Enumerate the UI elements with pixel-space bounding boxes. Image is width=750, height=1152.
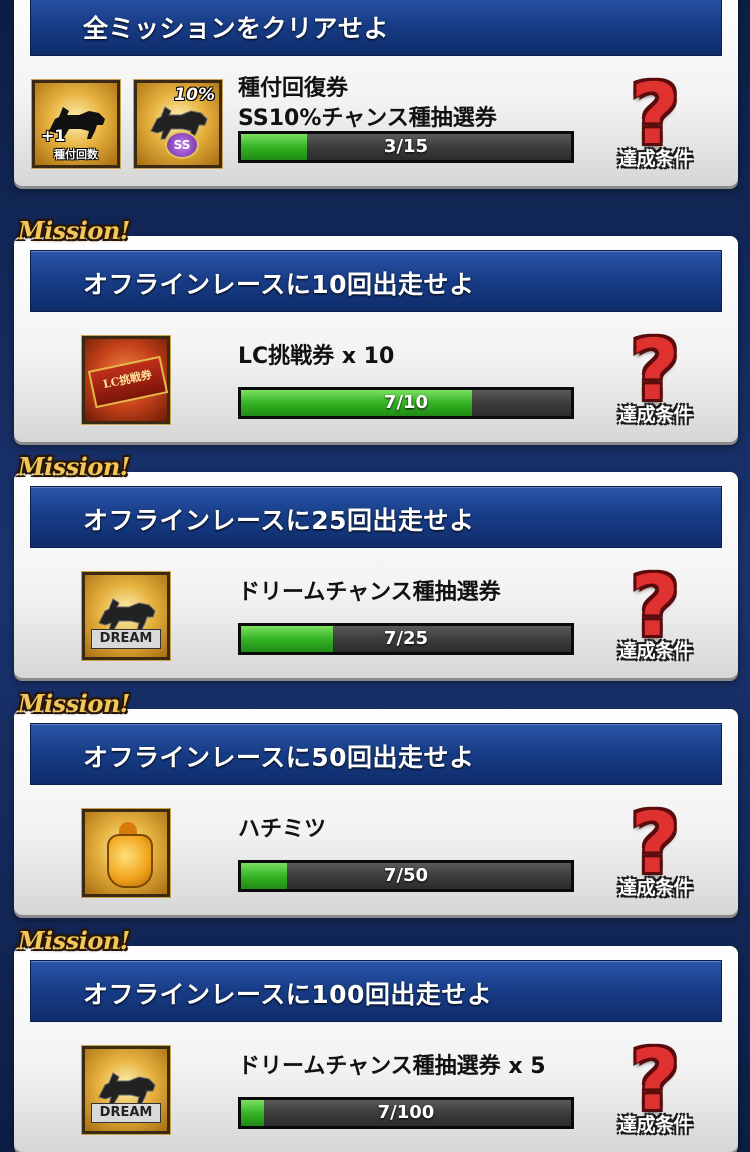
progress-text: 7/50	[383, 865, 429, 886]
condition-label: 達成条件	[617, 404, 693, 426]
progress-text: 7/100	[377, 1102, 435, 1123]
mission-title: オフラインレースに100回出走せよ	[83, 980, 493, 1009]
reward-name: ハチミツ	[238, 817, 327, 842]
mission-card: Mission!全ミッションをクリアせよ+1種付回数10%SS種付回復券 SS1…	[14, 0, 738, 186]
reward-icon-ss-chance[interactable]: 10% SS	[134, 80, 222, 168]
condition-button[interactable]: ? 達成条件	[608, 794, 702, 905]
lc-ticket-icon: LC挑戦券	[87, 355, 169, 409]
question-mark-icon: ?	[630, 557, 680, 655]
progress-text: 7/25	[383, 628, 429, 649]
condition-label: 達成条件	[617, 1114, 693, 1136]
ss-badge: SS	[165, 131, 199, 159]
question-mark-icon: ?	[630, 321, 680, 419]
question-mark-icon: ?	[630, 1031, 680, 1129]
mission-tag: Mission!	[18, 216, 130, 245]
reward-icon-dream[interactable]: DREAM	[82, 572, 170, 660]
reward-icon-dream[interactable]: DREAM	[82, 1046, 170, 1134]
mission-header: オフラインレースに10回出走せよ	[30, 250, 722, 312]
mission-header: オフラインレースに25回出走せよ	[30, 486, 722, 548]
mission-tag: Mission!	[18, 926, 130, 955]
mission-card: Mission! オフラインレースに25回出走せよ DREAM ドリームチャンス種抽選…	[14, 452, 738, 678]
question-mark-icon: ?	[630, 794, 680, 892]
mission-header: オフラインレースに50回出走せよ	[30, 723, 722, 785]
progress-bar: 7/10	[238, 387, 574, 419]
mission-header: 全ミッションをクリアせよ	[30, 0, 722, 56]
question-mark-icon: ?	[630, 65, 680, 163]
condition-label: 達成条件	[617, 877, 693, 899]
dream-label: DREAM	[91, 629, 161, 649]
progress-bar: 3/15	[238, 131, 574, 163]
condition-button[interactable]: ? 達成条件	[608, 557, 702, 668]
condition-label: 達成条件	[617, 148, 693, 170]
honey-jar-icon	[107, 834, 153, 888]
mission-tag: Mission!	[18, 689, 130, 718]
plus-badge: +1	[41, 126, 66, 145]
mission-title: オフラインレースに50回出走せよ	[83, 743, 475, 772]
dream-label: DREAM	[91, 1103, 161, 1123]
condition-button[interactable]: ? 達成条件	[608, 321, 702, 432]
mission-card: Mission! オフラインレースに100回出走せよ DREAM ドリームチャンス種抽…	[14, 926, 738, 1152]
progress-text: 7/10	[383, 392, 429, 413]
reward-icon-lc-ticket[interactable]: LC挑戦券	[82, 336, 170, 424]
reward-icon-breeding-recovery[interactable]: +1 種付回数	[32, 80, 120, 168]
mission-card: Mission! オフラインレースに50回出走せよ ハチミツ 7/50? 達成条件	[14, 689, 738, 915]
reward-name: 種付回復券 SS10%チャンス種抽選券	[238, 76, 497, 131]
badge-label: 種付回数	[54, 148, 98, 161]
condition-button[interactable]: ? 達成条件	[608, 1031, 702, 1142]
horse-icon	[95, 1067, 159, 1107]
mission-title: オフラインレースに10回出走せよ	[83, 270, 475, 299]
mission-tag: Mission!	[18, 452, 130, 481]
progress-bar: 7/50	[238, 860, 574, 892]
reward-icon-honey[interactable]	[82, 809, 170, 897]
progress-bar: 7/100	[238, 1097, 574, 1129]
reward-name: LC挑戦券 x 10	[238, 344, 395, 369]
percent-badge: 10%	[174, 85, 215, 105]
progress-bar: 7/25	[238, 623, 574, 655]
mission-title: オフラインレースに25回出走せよ	[83, 506, 475, 535]
mission-title: 全ミッションをクリアせよ	[83, 14, 390, 43]
progress-text: 3/15	[383, 136, 429, 157]
horse-icon	[95, 593, 159, 633]
reward-name: ドリームチャンス種抽選券	[238, 580, 501, 605]
condition-button[interactable]: ? 達成条件	[608, 65, 702, 176]
mission-card: Mission! オフラインレースに10回出走せよ LC挑戦券 LC挑戦券 x 10 7…	[14, 216, 738, 442]
mission-header: オフラインレースに100回出走せよ	[30, 960, 722, 1022]
reward-name: ドリームチャンス種抽選券 x 5	[238, 1054, 546, 1079]
condition-label: 達成条件	[617, 640, 693, 662]
